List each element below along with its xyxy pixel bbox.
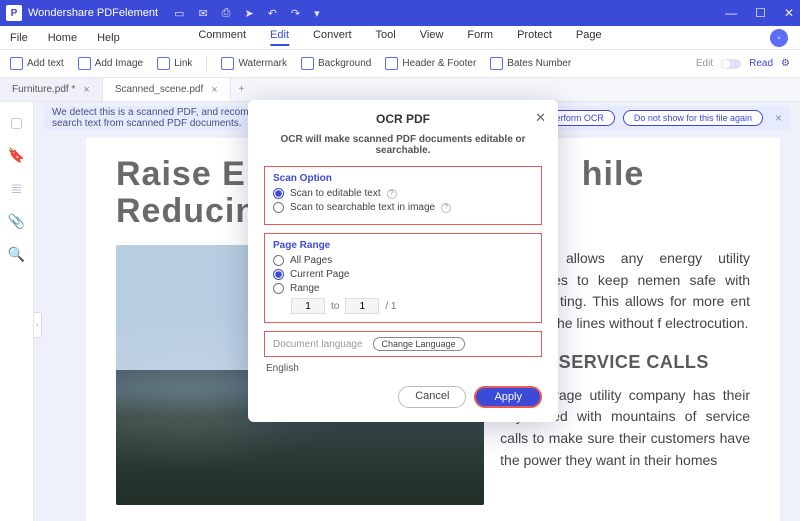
tool-bates[interactable]: Bates Number bbox=[490, 57, 571, 70]
banner-close-icon[interactable]: × bbox=[775, 111, 782, 125]
undo-icon[interactable]: ↶ bbox=[268, 7, 277, 20]
window-controls: ― ☐ ✕ bbox=[725, 6, 794, 20]
dialog-description: OCR will make scanned PDF documents edit… bbox=[264, 134, 542, 156]
bookmark-icon[interactable]: 🔖 bbox=[8, 147, 25, 164]
tab-label: Furniture.pdf * bbox=[12, 84, 75, 95]
headerfooter-icon bbox=[385, 57, 398, 70]
menu-help[interactable]: Help bbox=[97, 32, 120, 44]
user-avatar-icon[interactable]: ◦ bbox=[770, 29, 788, 47]
text-icon bbox=[10, 57, 23, 70]
title-bar: P Wondershare PDFelement ▭ ✉ ⎙ ➤ ↶ ↷ ▾ ―… bbox=[0, 0, 800, 26]
range-from-input[interactable] bbox=[291, 298, 325, 314]
more-icon[interactable]: ▾ bbox=[314, 7, 320, 20]
range-current-radio[interactable] bbox=[273, 269, 284, 280]
help-icon[interactable]: ? bbox=[441, 203, 451, 213]
menu-form[interactable]: Form bbox=[467, 29, 493, 46]
menu-convert[interactable]: Convert bbox=[313, 29, 352, 46]
image-icon bbox=[78, 57, 91, 70]
document-tabs: Furniture.pdf * × Scanned_scene.pdf × + bbox=[0, 78, 800, 102]
dismiss-ocr-button[interactable]: Do not show for this file again bbox=[623, 110, 763, 126]
page-range-group: Page Range All Pages Current Page Range … bbox=[264, 233, 542, 323]
tool-link[interactable]: Link bbox=[157, 57, 192, 70]
page-nav-handle[interactable]: ‹ bbox=[34, 312, 42, 338]
open-icon[interactable]: ▭ bbox=[174, 7, 184, 20]
bates-icon bbox=[490, 57, 503, 70]
ocr-dialog: ✕ OCR PDF OCR will make scanned PDF docu… bbox=[248, 100, 558, 422]
menu-edit[interactable]: Edit bbox=[270, 29, 289, 46]
menu-protect[interactable]: Protect bbox=[517, 29, 552, 46]
apply-button[interactable]: Apply bbox=[474, 386, 542, 408]
tab-label: Scanned_scene.pdf bbox=[115, 84, 203, 95]
thumbnails-icon[interactable]: ▢ bbox=[10, 114, 23, 131]
left-sidebar: ▢ 🔖 ≣ 📎 🔍 bbox=[0, 102, 34, 521]
link-icon bbox=[157, 57, 170, 70]
watermark-icon bbox=[221, 57, 234, 70]
range-range-radio[interactable] bbox=[273, 283, 284, 294]
settings-gear-icon[interactable]: ⚙ bbox=[781, 58, 790, 69]
language-label: Document language bbox=[273, 339, 363, 350]
range-all-radio[interactable] bbox=[273, 255, 284, 266]
menu-tool[interactable]: Tool bbox=[376, 29, 396, 46]
range-range-option[interactable]: Range bbox=[273, 283, 533, 294]
menu-file[interactable]: File bbox=[10, 32, 28, 44]
dialog-title: OCR PDF bbox=[264, 112, 542, 126]
menu-bar: File Home Help Comment Edit Convert Tool… bbox=[0, 26, 800, 50]
redo-icon[interactable]: ↷ bbox=[291, 7, 300, 20]
scan-editable-radio[interactable] bbox=[273, 188, 284, 199]
maximize-button[interactable]: ☐ bbox=[755, 6, 766, 20]
mail-icon[interactable]: ✉ bbox=[198, 7, 207, 20]
help-icon[interactable]: ? bbox=[387, 189, 397, 199]
app-logo-icon: P bbox=[6, 5, 22, 21]
range-to-input[interactable] bbox=[345, 298, 379, 314]
print-icon[interactable]: ⎙ bbox=[222, 7, 231, 20]
tool-add-text[interactable]: Add text bbox=[10, 57, 64, 70]
close-button[interactable]: ✕ bbox=[784, 6, 794, 20]
mode-edit-label: Edit bbox=[696, 58, 713, 69]
mode-read-label: Read bbox=[749, 58, 773, 69]
tool-add-image[interactable]: Add Image bbox=[78, 57, 143, 70]
tab-scanned-scene[interactable]: Scanned_scene.pdf × bbox=[103, 78, 231, 101]
tool-watermark[interactable]: Watermark bbox=[221, 57, 287, 70]
attachment-icon[interactable]: 📎 bbox=[8, 213, 25, 230]
layers-icon[interactable]: ≣ bbox=[11, 180, 23, 197]
share-icon[interactable]: ➤ bbox=[244, 7, 253, 20]
edit-toolbar: Add text Add Image Link Watermark Backgr… bbox=[0, 50, 800, 78]
dialog-close-icon[interactable]: ✕ bbox=[535, 110, 546, 126]
language-row: Document language Change Language bbox=[264, 331, 542, 357]
language-value: English bbox=[266, 363, 542, 374]
tab-close-icon[interactable]: × bbox=[211, 84, 217, 96]
tab-close-icon[interactable]: × bbox=[83, 84, 89, 96]
minimize-button[interactable]: ― bbox=[725, 6, 737, 20]
menu-home[interactable]: Home bbox=[48, 32, 77, 44]
edit-read-toggle[interactable] bbox=[721, 59, 741, 69]
range-all-option[interactable]: All Pages bbox=[273, 255, 533, 266]
menu-view[interactable]: View bbox=[420, 29, 444, 46]
cancel-button[interactable]: Cancel bbox=[398, 386, 466, 408]
range-current-option[interactable]: Current Page bbox=[273, 269, 533, 280]
tab-furniture[interactable]: Furniture.pdf * × bbox=[0, 78, 103, 101]
scan-searchable-radio[interactable] bbox=[273, 202, 284, 213]
tool-header-footer[interactable]: Header & Footer bbox=[385, 57, 476, 70]
page-range-label: Page Range bbox=[273, 240, 533, 251]
tool-background[interactable]: Background bbox=[301, 57, 371, 70]
app-title: Wondershare PDFelement bbox=[28, 7, 158, 19]
menu-page[interactable]: Page bbox=[576, 29, 602, 46]
background-icon bbox=[301, 57, 314, 70]
menu-comment[interactable]: Comment bbox=[198, 29, 246, 46]
scan-option-label: Scan Option bbox=[273, 173, 533, 184]
scan-option-group: Scan Option Scan to editable text ? Scan… bbox=[264, 166, 542, 225]
scan-editable-option[interactable]: Scan to editable text ? bbox=[273, 188, 533, 199]
scan-searchable-option[interactable]: Scan to searchable text in image ? bbox=[273, 202, 533, 213]
add-tab-button[interactable]: + bbox=[231, 84, 253, 95]
change-language-button[interactable]: Change Language bbox=[373, 337, 465, 351]
search-icon[interactable]: 🔍 bbox=[8, 246, 25, 263]
titlebar-quick-actions: ▭ ✉ ⎙ ➤ ↶ ↷ ▾ bbox=[174, 7, 320, 20]
